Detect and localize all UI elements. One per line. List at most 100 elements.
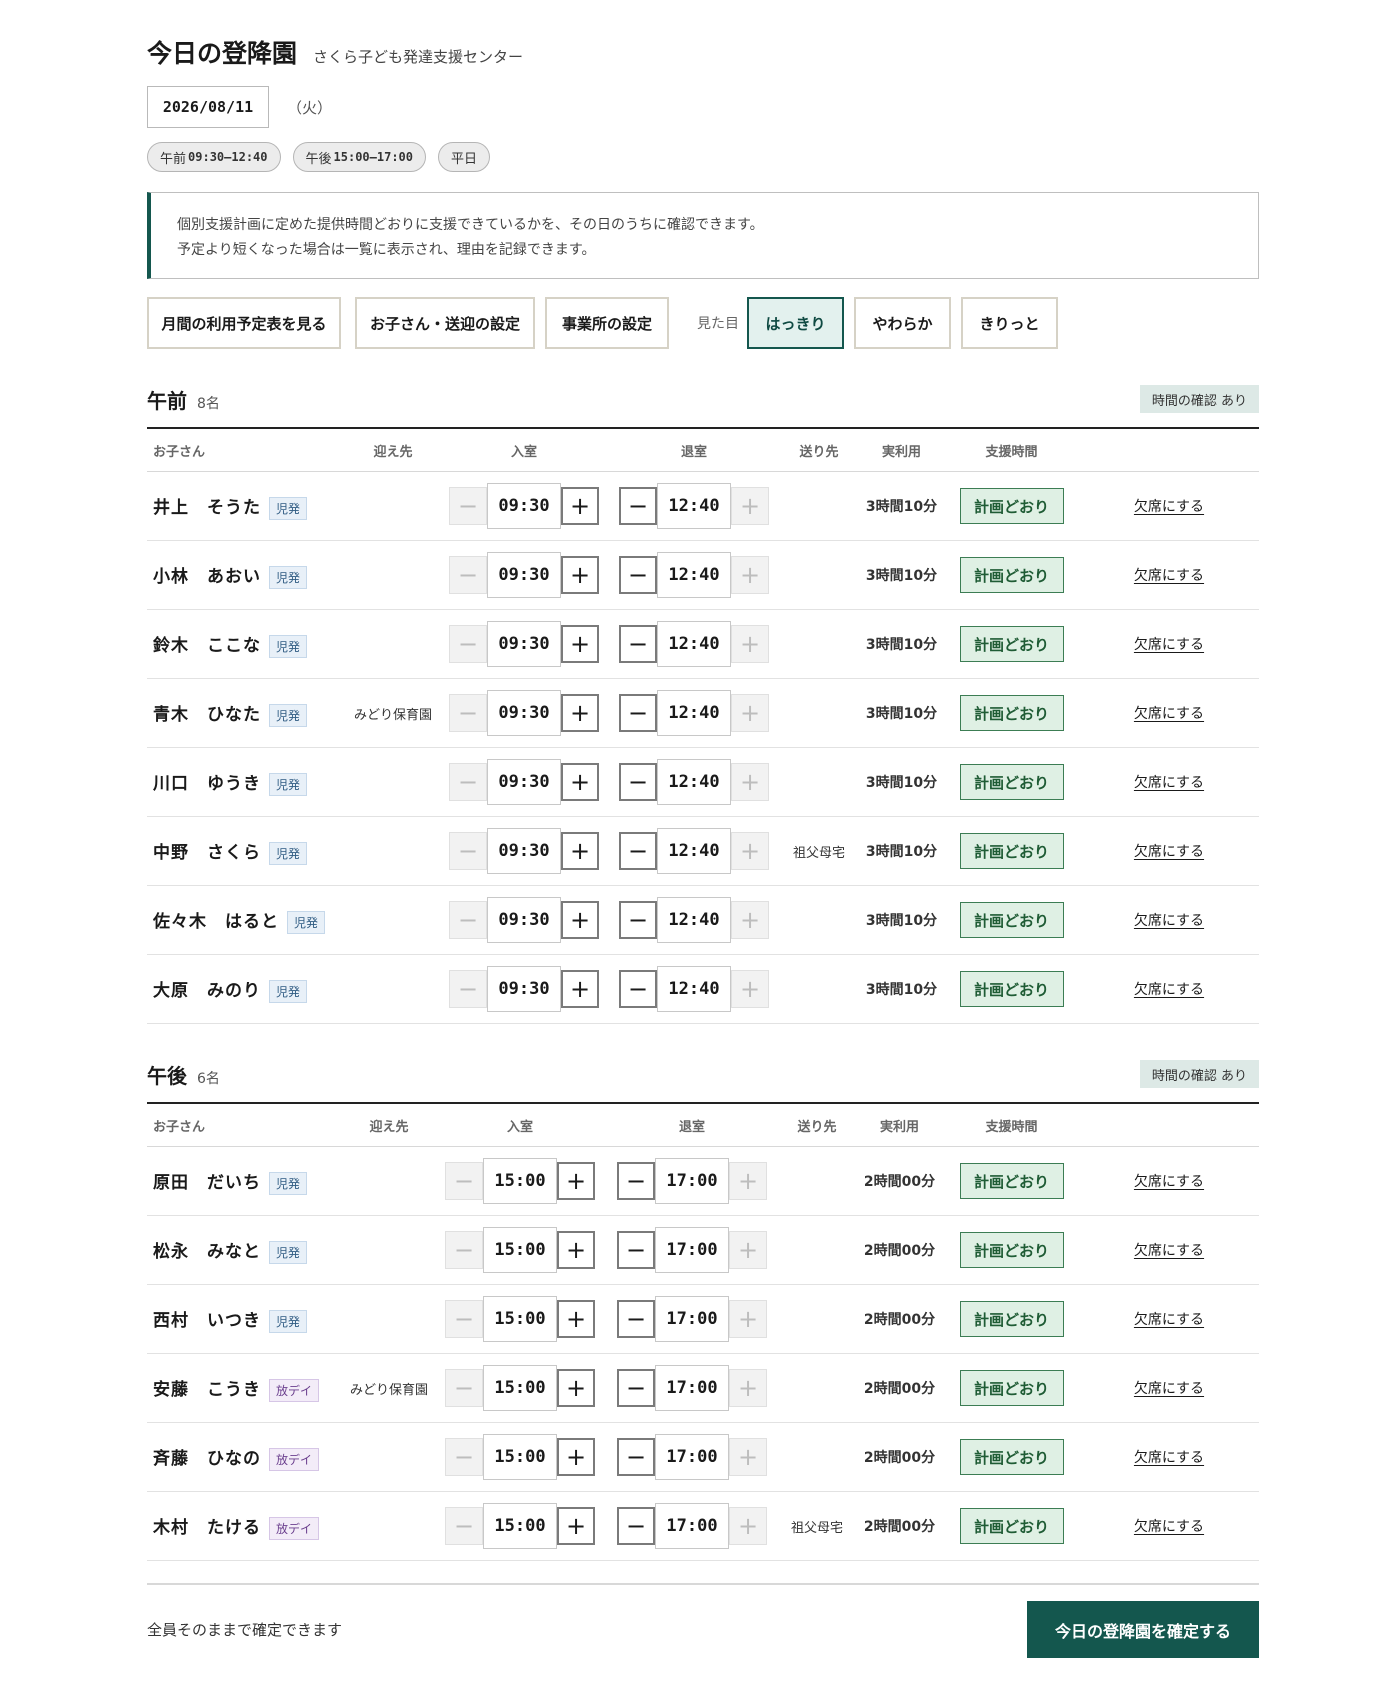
support-status-badge[interactable]: 計画どおり xyxy=(959,1439,1064,1475)
checkin-minus-button[interactable]: − xyxy=(445,1300,483,1338)
child-transport-settings-button[interactable]: お子さん・送迎の設定 xyxy=(355,297,535,349)
checkout-time-value[interactable]: 12:40 xyxy=(657,690,731,736)
mark-absent-link[interactable]: 欠席にする xyxy=(1134,1312,1204,1328)
checkin-plus-button[interactable]: + xyxy=(561,832,599,870)
checkout-time-value[interactable]: 12:40 xyxy=(657,966,731,1012)
checkin-time-value[interactable]: 15:00 xyxy=(483,1434,557,1480)
checkout-plus-button[interactable]: + xyxy=(731,901,769,939)
checkout-plus-button[interactable]: + xyxy=(729,1507,767,1545)
checkin-time-value[interactable]: 09:30 xyxy=(487,966,561,1012)
checkout-minus-button[interactable]: − xyxy=(617,1162,655,1200)
support-status-badge[interactable]: 計画どおり xyxy=(959,971,1064,1007)
checkin-plus-button[interactable]: + xyxy=(557,1231,595,1269)
checkin-time-value[interactable]: 15:00 xyxy=(483,1503,557,1549)
checkout-plus-button[interactable]: + xyxy=(731,832,769,870)
checkout-plus-button[interactable]: + xyxy=(729,1231,767,1269)
checkout-minus-button[interactable]: − xyxy=(619,556,657,594)
checkout-time-value[interactable]: 17:00 xyxy=(655,1365,729,1411)
checkin-time-value[interactable]: 09:30 xyxy=(487,828,561,874)
mark-absent-link[interactable]: 欠席にする xyxy=(1134,982,1204,998)
mark-absent-link[interactable]: 欠席にする xyxy=(1134,1381,1204,1397)
look-option-crisp[interactable]: きりっと xyxy=(961,297,1058,349)
checkout-plus-button[interactable]: + xyxy=(731,763,769,801)
checkin-plus-button[interactable]: + xyxy=(561,556,599,594)
checkout-minus-button[interactable]: − xyxy=(617,1507,655,1545)
checkout-minus-button[interactable]: − xyxy=(619,625,657,663)
checkout-plus-button[interactable]: + xyxy=(729,1369,767,1407)
checkin-plus-button[interactable]: + xyxy=(561,970,599,1008)
checkin-minus-button[interactable]: − xyxy=(449,832,487,870)
checkout-time-value[interactable]: 12:40 xyxy=(657,483,731,529)
checkout-time-value[interactable]: 17:00 xyxy=(655,1296,729,1342)
look-option-soft[interactable]: やわらか xyxy=(854,297,951,349)
mark-absent-link[interactable]: 欠席にする xyxy=(1134,1450,1204,1466)
checkin-plus-button[interactable]: + xyxy=(561,625,599,663)
checkout-minus-button[interactable]: − xyxy=(617,1300,655,1338)
support-status-badge[interactable]: 計画どおり xyxy=(959,1508,1064,1544)
date-field[interactable]: 2026/08/11 xyxy=(147,86,269,128)
checkin-minus-button[interactable]: − xyxy=(445,1231,483,1269)
checkout-minus-button[interactable]: − xyxy=(619,832,657,870)
support-status-badge[interactable]: 計画どおり xyxy=(959,1301,1064,1337)
support-status-badge[interactable]: 計画どおり xyxy=(959,764,1064,800)
checkout-time-value[interactable]: 17:00 xyxy=(655,1227,729,1273)
checkin-minus-button[interactable]: − xyxy=(449,901,487,939)
checkout-plus-button[interactable]: + xyxy=(729,1438,767,1476)
support-status-badge[interactable]: 計画どおり xyxy=(959,1370,1064,1406)
checkin-time-value[interactable]: 09:30 xyxy=(487,483,561,529)
checkin-plus-button[interactable]: + xyxy=(557,1300,595,1338)
checkout-minus-button[interactable]: − xyxy=(619,487,657,525)
mark-absent-link[interactable]: 欠席にする xyxy=(1134,1519,1204,1535)
checkin-minus-button[interactable]: − xyxy=(449,694,487,732)
checkout-time-value[interactable]: 17:00 xyxy=(655,1158,729,1204)
checkout-time-value[interactable]: 12:40 xyxy=(657,552,731,598)
checkin-time-value[interactable]: 09:30 xyxy=(487,690,561,736)
checkin-time-value[interactable]: 09:30 xyxy=(487,897,561,943)
checkout-plus-button[interactable]: + xyxy=(731,970,769,1008)
checkin-time-value[interactable]: 15:00 xyxy=(483,1296,557,1342)
mark-absent-link[interactable]: 欠席にする xyxy=(1134,568,1204,584)
monthly-schedule-button[interactable]: 月間の利用予定表を見る xyxy=(147,297,341,349)
checkout-plus-button[interactable]: + xyxy=(731,556,769,594)
checkout-minus-button[interactable]: − xyxy=(619,901,657,939)
checkout-time-value[interactable]: 17:00 xyxy=(655,1434,729,1480)
checkout-plus-button[interactable]: + xyxy=(731,487,769,525)
checkin-time-value[interactable]: 15:00 xyxy=(483,1365,557,1411)
checkin-minus-button[interactable]: − xyxy=(449,763,487,801)
checkout-minus-button[interactable]: − xyxy=(617,1369,655,1407)
checkin-minus-button[interactable]: − xyxy=(445,1438,483,1476)
mark-absent-link[interactable]: 欠席にする xyxy=(1134,637,1204,653)
look-option-clear[interactable]: はっきり xyxy=(747,297,844,349)
checkout-time-value[interactable]: 12:40 xyxy=(657,621,731,667)
checkout-minus-button[interactable]: − xyxy=(619,763,657,801)
checkout-time-value[interactable]: 12:40 xyxy=(657,897,731,943)
checkout-minus-button[interactable]: − xyxy=(617,1438,655,1476)
checkout-time-value[interactable]: 12:40 xyxy=(657,759,731,805)
checkin-time-value[interactable]: 15:00 xyxy=(483,1227,557,1273)
checkin-plus-button[interactable]: + xyxy=(557,1507,595,1545)
checkin-minus-button[interactable]: − xyxy=(445,1162,483,1200)
checkout-time-value[interactable]: 12:40 xyxy=(657,828,731,874)
mark-absent-link[interactable]: 欠席にする xyxy=(1134,775,1204,791)
mark-absent-link[interactable]: 欠席にする xyxy=(1134,1174,1204,1190)
checkout-plus-button[interactable]: + xyxy=(731,694,769,732)
checkin-minus-button[interactable]: − xyxy=(449,970,487,1008)
mark-absent-link[interactable]: 欠席にする xyxy=(1134,1243,1204,1259)
support-status-badge[interactable]: 計画どおり xyxy=(959,557,1064,593)
checkin-plus-button[interactable]: + xyxy=(557,1369,595,1407)
checkin-time-value[interactable]: 09:30 xyxy=(487,621,561,667)
checkin-plus-button[interactable]: + xyxy=(561,901,599,939)
support-status-badge[interactable]: 計画どおり xyxy=(959,488,1064,524)
checkin-time-value[interactable]: 09:30 xyxy=(487,759,561,805)
support-status-badge[interactable]: 計画どおり xyxy=(959,902,1064,938)
checkin-minus-button[interactable]: − xyxy=(449,625,487,663)
support-status-badge[interactable]: 計画どおり xyxy=(959,695,1064,731)
checkin-plus-button[interactable]: + xyxy=(561,487,599,525)
support-status-badge[interactable]: 計画どおり xyxy=(959,626,1064,662)
checkout-minus-button[interactable]: − xyxy=(619,970,657,1008)
checkout-plus-button[interactable]: + xyxy=(731,625,769,663)
office-settings-button[interactable]: 事業所の設定 xyxy=(545,297,669,349)
confirm-attendance-button[interactable]: 今日の登降園を確定する xyxy=(1027,1601,1259,1658)
checkin-time-value[interactable]: 09:30 xyxy=(487,552,561,598)
checkout-plus-button[interactable]: + xyxy=(729,1162,767,1200)
